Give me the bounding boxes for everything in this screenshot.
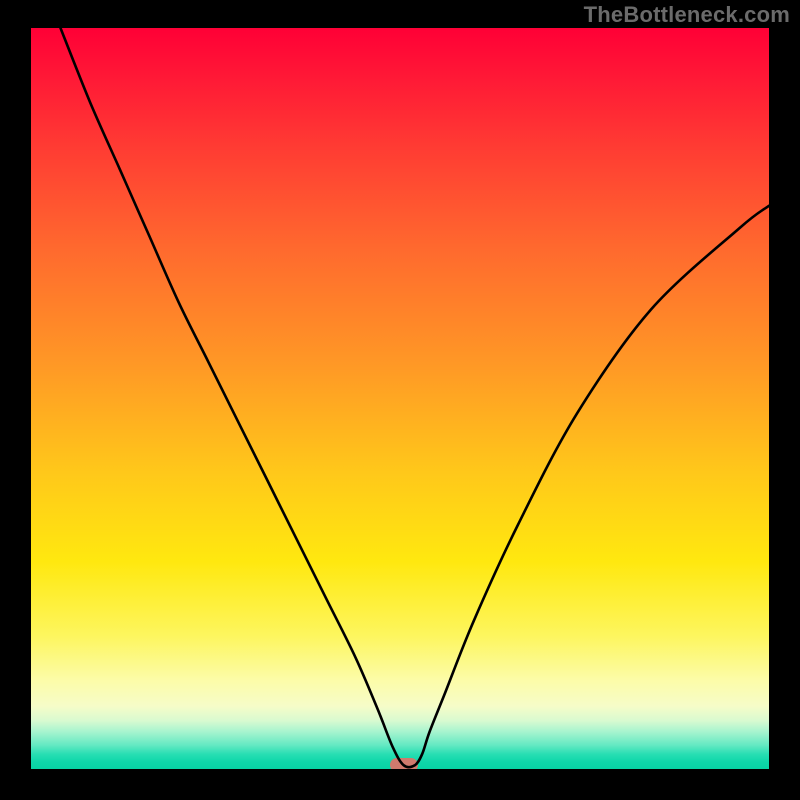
plot-area [31, 28, 769, 769]
chart-frame: TheBottleneck.com [0, 0, 800, 800]
bottleneck-curve [31, 28, 769, 769]
curve-path [61, 28, 770, 767]
watermark-text: TheBottleneck.com [584, 2, 790, 28]
